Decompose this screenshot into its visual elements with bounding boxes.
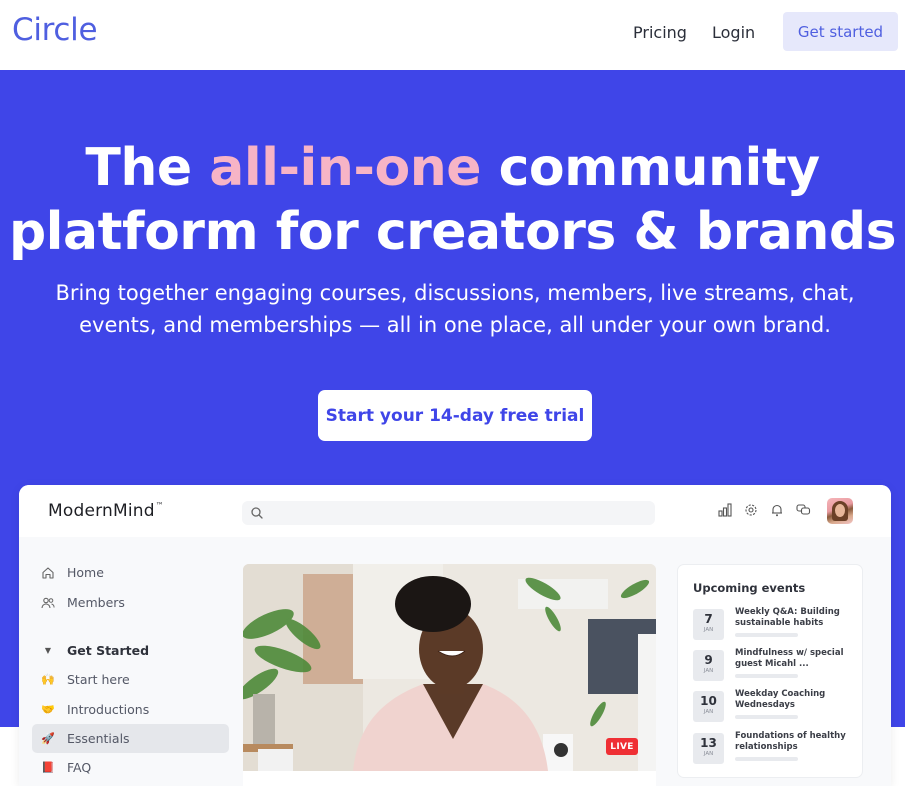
app-brand-name: ModernMind <box>48 501 155 521</box>
handshake-icon: 🤝 <box>41 703 55 716</box>
event-date-badge: 10 JAN <box>693 691 724 722</box>
hero-title-accent: all-in-one <box>209 138 481 198</box>
get-started-button[interactable]: Get started <box>783 12 898 51</box>
live-stream-video[interactable]: LIVE <box>243 564 656 771</box>
analytics-icon[interactable] <box>717 501 733 519</box>
upcoming-events-title: Upcoming events <box>693 581 806 595</box>
event-title: Weekly Q&A: Building sustainable habits <box>735 607 840 628</box>
rocket-icon: 🚀 <box>41 732 55 745</box>
event-day: 10 <box>700 694 717 708</box>
sidebar-item-label: FAQ <box>67 760 92 775</box>
live-badge: LIVE <box>606 738 638 755</box>
sidebar-item-home[interactable]: Home <box>32 558 229 587</box>
event-day: 7 <box>704 612 713 626</box>
sidebar-item-essentials[interactable]: 🚀 Essentials <box>32 724 229 753</box>
event-title: Foundations of healthy relationships <box>735 731 846 752</box>
event-date-badge: 9 JAN <box>693 650 724 681</box>
messages-icon[interactable] <box>795 501 811 519</box>
circle-logo[interactable]: Circle <box>12 12 98 48</box>
event-item[interactable]: 13 JAN Foundations of healthy relationsh… <box>693 731 853 765</box>
event-title: Mindfulness w/ special guest Micahl ... <box>735 648 844 669</box>
video-details-panel <box>243 771 656 786</box>
members-icon <box>40 595 56 611</box>
home-icon <box>40 565 56 581</box>
sidebar-section-label: Get Started <box>67 643 150 658</box>
sidebar-item-label: Start here <box>67 672 130 687</box>
search-icon <box>251 507 263 519</box>
start-free-trial-button[interactable]: Start your 14-day free trial <box>318 390 592 441</box>
hero-title-prefix: The <box>85 138 210 198</box>
app-preview: ModernMind™ Home Members ▼ Get Started 🙌… <box>19 485 891 786</box>
app-sidebar: Home Members ▼ Get Started 🙌 Start here … <box>19 537 241 786</box>
upcoming-events-card: Upcoming events 7 JAN Weekly Q&A: Buildi… <box>677 564 863 778</box>
event-month: JAN <box>703 668 714 674</box>
event-item[interactable]: 10 JAN Weekday Coaching Wednesdays <box>693 689 853 723</box>
event-date-badge: 7 JAN <box>693 609 724 640</box>
event-day: 13 <box>700 736 717 750</box>
app-header-icons <box>717 501 811 519</box>
live-stream-thumbnail <box>243 564 656 771</box>
hero-subtitle-line1: Bring together engaging courses, discuss… <box>55 281 855 305</box>
notifications-icon[interactable] <box>769 501 785 519</box>
event-placeholder-bar <box>735 633 798 637</box>
event-title: Weekday Coaching Wednesdays <box>735 689 826 710</box>
sidebar-item-label: Home <box>67 565 104 580</box>
event-item[interactable]: 7 JAN Weekly Q&A: Building sustainable h… <box>693 607 853 641</box>
app-search-input[interactable] <box>242 501 655 525</box>
event-month: JAN <box>703 709 714 715</box>
hero-title-suffix: community <box>481 138 821 198</box>
event-item[interactable]: 9 JAN Mindfulness w/ special guest Micah… <box>693 648 853 682</box>
hero-subtitle: Bring together engaging courses, discuss… <box>40 277 870 341</box>
event-placeholder-bar <box>735 674 798 678</box>
settings-icon[interactable] <box>743 501 759 519</box>
sidebar-item-faq[interactable]: 📕 FAQ <box>32 753 229 782</box>
sidebar-item-members[interactable]: Members <box>32 588 229 617</box>
book-icon: 📕 <box>41 761 55 774</box>
trademark-mark: ™ <box>155 501 164 510</box>
sidebar-item-label: Members <box>67 595 125 610</box>
event-date-badge: 13 JAN <box>693 733 724 764</box>
nav-pricing-link[interactable]: Pricing <box>633 23 687 42</box>
caret-down-icon: ▼ <box>44 646 52 655</box>
top-nav: Circle Pricing Login Get started <box>0 0 905 70</box>
app-header: ModernMind™ <box>19 485 891 537</box>
nav-login-link[interactable]: Login <box>712 23 755 42</box>
hero-subtitle-line2: events, and memberships — all in one pla… <box>79 313 831 337</box>
event-placeholder-bar <box>735 757 798 761</box>
hero-title: The all-in-one community platform for cr… <box>0 136 905 264</box>
sidebar-item-label: Introductions <box>67 702 150 717</box>
event-month: JAN <box>703 627 714 633</box>
sidebar-section-get-started[interactable]: ▼ Get Started <box>32 636 229 665</box>
sidebar-item-label: Essentials <box>67 731 130 746</box>
hero-title-line2: platform for creators & brands <box>8 202 897 262</box>
raised-hands-icon: 🙌 <box>41 673 55 686</box>
event-placeholder-bar <box>735 715 798 719</box>
user-avatar[interactable] <box>827 498 853 524</box>
sidebar-item-start-here[interactable]: 🙌 Start here <box>32 665 229 694</box>
sidebar-item-introductions[interactable]: 🤝 Introductions <box>32 695 229 724</box>
app-brand: ModernMind™ <box>48 501 164 521</box>
event-day: 9 <box>704 653 713 667</box>
event-month: JAN <box>703 751 714 757</box>
